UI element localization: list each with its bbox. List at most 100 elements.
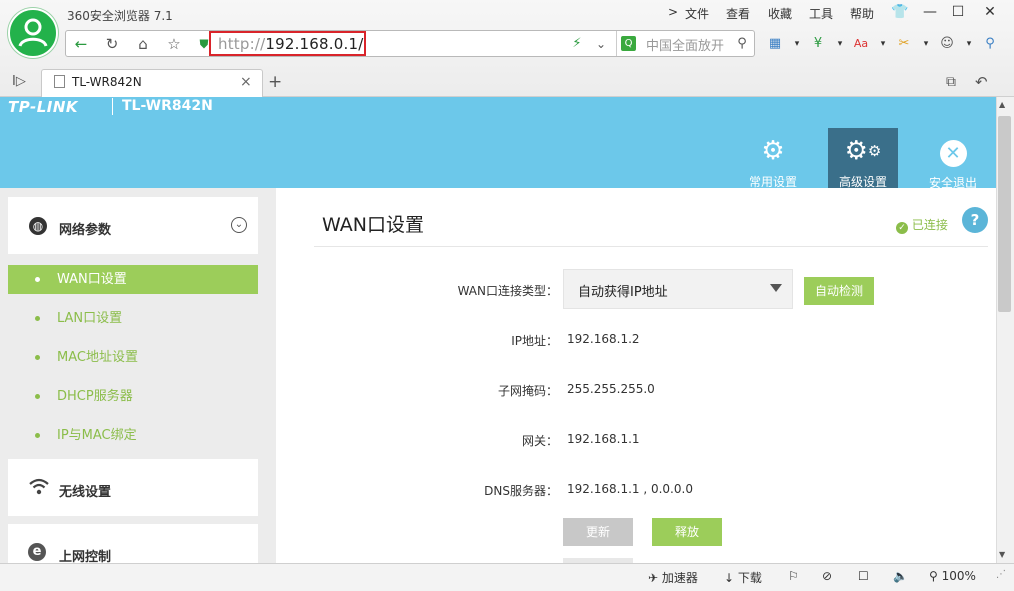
gear-icon: ⚙ — [761, 136, 785, 166]
translate-dropdown-icon[interactable]: ▾ — [873, 34, 893, 54]
ip-label: IP地址： — [511, 334, 558, 348]
sidebar-section-label: 无线设置 — [59, 485, 112, 500]
sidebar-item-label: DHCP服务器 — [57, 389, 133, 404]
menu-favorites[interactable]: 收藏 — [768, 5, 792, 22]
bullet-icon — [35, 316, 40, 321]
resize-grip-icon[interactable]: ⋰ — [996, 569, 1006, 580]
menu-view[interactable]: 查看 — [726, 5, 750, 22]
minimize-button[interactable]: — — [916, 1, 944, 23]
screenshot-icon[interactable]: ✂ — [894, 34, 914, 54]
window-icon[interactable]: ☐ — [858, 569, 869, 583]
auto-detect-button[interactable]: 自动检测 — [804, 277, 874, 305]
main-panel — [276, 188, 996, 563]
scroll-up-icon[interactable]: ▲ — [999, 100, 1005, 109]
title-divider — [314, 246, 988, 247]
status-badge: ✓ 已连接 — [896, 216, 948, 234]
sidebar-toggle-icon[interactable]: I▷ — [12, 74, 26, 89]
scroll-down-icon[interactable]: ▼ — [999, 550, 1005, 559]
game-icon[interactable]: ☺ — [937, 34, 957, 54]
browser-logo-icon[interactable] — [8, 8, 58, 58]
bullet-icon — [35, 355, 40, 360]
download-button[interactable]: ↓ 下载 — [724, 569, 762, 586]
gateway-value: 192.168.1.1 — [567, 432, 640, 446]
subnet-mask-label: 子网掩码： — [497, 384, 558, 398]
zoom-level: 100% — [941, 569, 976, 583]
check-icon: ✓ — [896, 222, 908, 234]
ip-value: 192.168.1.2 — [567, 332, 640, 346]
menu-more-icon[interactable]: > — [668, 5, 678, 19]
download-icon: ↓ — [724, 571, 735, 585]
star-icon[interactable]: ☆ — [163, 33, 185, 55]
accelerator-button[interactable]: ✈ 加速器 — [648, 569, 698, 586]
menu-file[interactable]: 文件 — [685, 5, 709, 22]
sidebar-item-label: LAN口设置 — [57, 311, 123, 326]
search-input[interactable]: 中国全面放开 — [646, 35, 724, 54]
apps-icon[interactable]: ▦ — [765, 34, 785, 54]
zoom-tool-icon[interactable]: ⚲ — [980, 34, 1000, 54]
flag-icon[interactable]: ⚐ — [788, 569, 799, 583]
sidebar-section-network[interactable]: ◍ 网络参数 ⌄ — [8, 197, 258, 254]
translate-icon[interactable]: Aa — [851, 34, 871, 54]
rocket-icon: ✈ — [648, 571, 659, 585]
gateway-label: 网关： — [521, 434, 558, 448]
search-icon[interactable]: ⚲ — [731, 33, 753, 55]
game-dropdown-icon[interactable]: ▾ — [959, 34, 979, 54]
help-button[interactable]: ? — [962, 207, 988, 233]
sidebar-section-access-control[interactable]: e 上网控制 — [8, 524, 258, 565]
wifi-icon — [28, 476, 50, 501]
model-title: TL-WR842N — [112, 98, 213, 115]
home-icon[interactable]: ⌂ — [132, 33, 154, 55]
sidebar-item-label: MAC地址设置 — [57, 350, 138, 365]
ie-icon: e — [28, 543, 46, 561]
subnet-mask-value: 255.255.255.0 — [567, 382, 655, 396]
sidebar-item-label: WAN口设置 — [57, 272, 127, 287]
back-icon[interactable]: ← — [70, 33, 92, 55]
speed-icon[interactable]: ⊘ — [822, 569, 832, 583]
refresh-icon[interactable]: ↻ — [101, 33, 123, 55]
close-circle-icon: ✕ — [918, 136, 988, 167]
sidebar-item-mac[interactable]: MAC地址设置 — [8, 343, 258, 372]
close-window-button[interactable]: ✕ — [976, 1, 1004, 23]
bullet-icon — [35, 433, 40, 438]
new-tab-button[interactable]: + — [268, 72, 282, 92]
release-button[interactable]: 释放 — [652, 518, 722, 546]
tab-list-icon[interactable]: ⧉ — [946, 74, 956, 90]
tab-close-icon[interactable]: × — [240, 74, 252, 90]
menu-help[interactable]: 帮助 — [850, 5, 874, 22]
wallet-icon[interactable]: ¥ — [808, 34, 828, 54]
accelerator-label: 加速器 — [661, 571, 698, 585]
caret-down-icon — [770, 284, 782, 292]
page-title: WAN口设置 — [322, 214, 424, 236]
chevron-down-icon[interactable]: ⌄ — [231, 217, 247, 233]
zoom-control[interactable]: ⚲ 100% — [929, 569, 976, 583]
sidebar-section-wireless[interactable]: 无线设置 — [8, 459, 258, 516]
scrollbar-thumb[interactable] — [998, 116, 1011, 312]
url-input[interactable]: http://192.168.0.1/ — [218, 35, 363, 53]
speed-mode-icon[interactable]: ⚡ — [566, 33, 588, 55]
bullet-icon — [35, 277, 40, 282]
sidebar-item-dhcp[interactable]: DHCP服务器 — [8, 382, 258, 411]
bullet-icon — [35, 394, 40, 399]
wallet-dropdown-icon[interactable]: ▾ — [830, 34, 850, 54]
menu-tools[interactable]: 工具 — [809, 5, 833, 22]
renew-button[interactable]: 更新 — [563, 518, 633, 546]
sidebar-item-wan[interactable]: WAN口设置 — [8, 265, 258, 294]
wan-type-value: 自动获得IP地址 — [578, 285, 668, 300]
apps-dropdown-icon[interactable]: ▾ — [787, 34, 807, 54]
url-dropdown-icon[interactable]: ⌄ — [590, 33, 612, 55]
undo-close-icon[interactable]: ↶ — [975, 73, 988, 91]
dns-value: 192.168.1.1 , 0.0.0.0 — [567, 482, 693, 496]
search-engine-icon[interactable]: Q — [621, 36, 636, 51]
skin-icon[interactable]: 👕 — [886, 1, 914, 23]
page-icon — [54, 75, 65, 88]
magnifier-icon: ⚲ — [929, 569, 938, 583]
sidebar-item-label: IP与MAC绑定 — [57, 428, 137, 443]
screenshot-dropdown-icon[interactable]: ▾ — [916, 34, 936, 54]
tab-title: TL-WR842N — [72, 75, 142, 89]
volume-icon[interactable]: 🔈 — [893, 569, 908, 583]
sidebar-item-ip-mac-binding[interactable]: IP与MAC绑定 — [8, 421, 258, 450]
gears-icon: ⚙⚙ — [844, 136, 882, 166]
browser-title: 360安全浏览器 7.1 — [67, 9, 173, 23]
sidebar-item-lan[interactable]: LAN口设置 — [8, 304, 258, 333]
maximize-button[interactable]: ☐ — [944, 1, 972, 23]
